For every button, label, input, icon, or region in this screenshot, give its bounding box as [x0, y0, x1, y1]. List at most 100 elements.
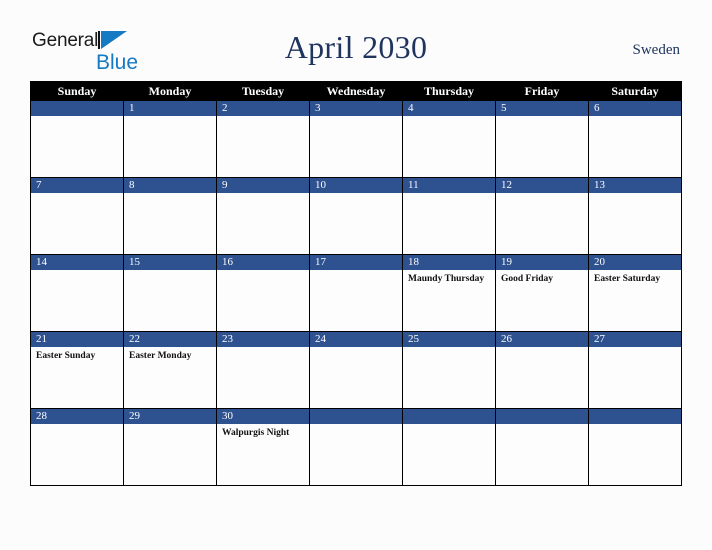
- day-events: [217, 193, 309, 196]
- day-number: 5: [496, 101, 588, 116]
- holiday-label: Easter Monday: [129, 351, 192, 361]
- calendar-day-cell[interactable]: 8: [123, 177, 217, 255]
- calendar-day-cell[interactable]: 19 Good Friday: [495, 254, 589, 332]
- day-events: [403, 193, 495, 196]
- day-events: [217, 347, 309, 350]
- calendar-week-row: 14 15 16 17 18 Maundy Thursday 19 Good Friday 20…: [30, 254, 682, 332]
- weekday-header-sunday: Sunday: [30, 81, 124, 101]
- day-events: [31, 116, 123, 119]
- day-number: 25: [403, 332, 495, 347]
- day-number: 29: [124, 409, 216, 424]
- day-events: Maundy Thursday: [403, 270, 495, 285]
- day-number: 13: [589, 178, 681, 193]
- calendar-day-cell[interactable]: 10: [309, 177, 403, 255]
- day-number: 6: [589, 101, 681, 116]
- day-events: Walpurgis Night: [217, 424, 309, 439]
- day-number: 3: [310, 101, 402, 116]
- day-number: 30: [217, 409, 309, 424]
- day-events: [589, 347, 681, 350]
- day-events: [310, 424, 402, 427]
- day-events: [31, 270, 123, 273]
- day-events: [496, 116, 588, 119]
- calendar-day-cell[interactable]: 29: [123, 408, 217, 486]
- page-header: General Blue April 2030 Sweden: [0, 22, 712, 76]
- day-events: [496, 424, 588, 427]
- calendar-empty-cell: [30, 100, 124, 178]
- calendar-day-cell[interactable]: 14: [30, 254, 124, 332]
- weekday-header-friday: Friday: [495, 81, 589, 101]
- day-events: [589, 193, 681, 196]
- day-number: 16: [217, 255, 309, 270]
- day-number: 10: [310, 178, 402, 193]
- calendar-day-cell[interactable]: 23: [216, 331, 310, 409]
- calendar-week-row: 123456: [30, 100, 682, 178]
- calendar-day-cell[interactable]: 16: [216, 254, 310, 332]
- day-events: [217, 116, 309, 119]
- day-events: [31, 193, 123, 196]
- day-events: [124, 193, 216, 196]
- day-events: [310, 116, 402, 119]
- calendar-week-row: 28 29 30 Walpurgis Night: [30, 408, 682, 486]
- day-number: 27: [589, 332, 681, 347]
- holiday-label: Easter Saturday: [594, 274, 661, 284]
- calendar-header-row: Sunday Monday Tuesday Wednesday Thursday…: [30, 81, 682, 101]
- country-label: Sweden: [632, 42, 681, 58]
- holiday-label: Walpurgis Night: [222, 428, 290, 438]
- day-number: 2: [217, 101, 309, 116]
- calendar-day-cell[interactable]: 21 Easter Sunday: [30, 331, 124, 409]
- day-number: 19: [496, 255, 588, 270]
- calendar-day-cell[interactable]: 25: [402, 331, 496, 409]
- calendar-day-cell[interactable]: 22 Easter Monday: [123, 331, 217, 409]
- calendar-table: Sunday Monday Tuesday Wednesday Thursday…: [30, 81, 682, 486]
- calendar-day-cell[interactable]: 26: [495, 331, 589, 409]
- calendar-day-cell[interactable]: 11: [402, 177, 496, 255]
- calendar-day-cell[interactable]: 18 Maundy Thursday: [402, 254, 496, 332]
- day-events: Easter Saturday: [589, 270, 681, 285]
- day-number: 24: [310, 332, 402, 347]
- calendar-day-cell[interactable]: 3: [309, 100, 403, 178]
- day-number: [403, 409, 495, 424]
- day-number: 9: [217, 178, 309, 193]
- day-number: [310, 409, 402, 424]
- day-events: Easter Monday: [124, 347, 216, 362]
- day-number: 21: [31, 332, 123, 347]
- calendar-day-cell[interactable]: 24: [309, 331, 403, 409]
- calendar-day-cell[interactable]: 20 Easter Saturday: [588, 254, 682, 332]
- calendar-day-cell[interactable]: 13: [588, 177, 682, 255]
- day-events: [403, 347, 495, 350]
- day-number: 26: [496, 332, 588, 347]
- calendar-day-cell[interactable]: 7: [30, 177, 124, 255]
- day-number: 11: [403, 178, 495, 193]
- weekday-header-tuesday: Tuesday: [216, 81, 310, 101]
- calendar-day-cell[interactable]: 27: [588, 331, 682, 409]
- day-events: [496, 347, 588, 350]
- calendar-empty-cell: [495, 408, 589, 486]
- day-number: 12: [496, 178, 588, 193]
- day-events: [124, 424, 216, 427]
- day-number: 7: [31, 178, 123, 193]
- calendar-day-cell[interactable]: 1: [123, 100, 217, 178]
- calendar-day-cell[interactable]: 2: [216, 100, 310, 178]
- day-events: [31, 424, 123, 427]
- day-number: 28: [31, 409, 123, 424]
- calendar-day-cell[interactable]: 28: [30, 408, 124, 486]
- day-number: 22: [124, 332, 216, 347]
- calendar-empty-cell: [588, 408, 682, 486]
- day-number: [31, 101, 123, 116]
- page-title: April 2030: [284, 29, 428, 65]
- day-number: 20: [589, 255, 681, 270]
- weekday-header-monday: Monday: [123, 81, 217, 101]
- calendar-day-cell[interactable]: 6: [588, 100, 682, 178]
- calendar-day-cell[interactable]: 9: [216, 177, 310, 255]
- day-events: [589, 424, 681, 427]
- calendar-day-cell[interactable]: 4: [402, 100, 496, 178]
- holiday-label: Easter Sunday: [36, 351, 96, 361]
- calendar-day-cell[interactable]: 30 Walpurgis Night: [216, 408, 310, 486]
- calendar-day-cell[interactable]: 12: [495, 177, 589, 255]
- calendar-day-cell[interactable]: 17: [309, 254, 403, 332]
- calendar-day-cell[interactable]: 5: [495, 100, 589, 178]
- holiday-label: Maundy Thursday: [408, 274, 485, 284]
- calendar-day-cell[interactable]: 15: [123, 254, 217, 332]
- holiday-label: Good Friday: [501, 274, 553, 284]
- day-number: 23: [217, 332, 309, 347]
